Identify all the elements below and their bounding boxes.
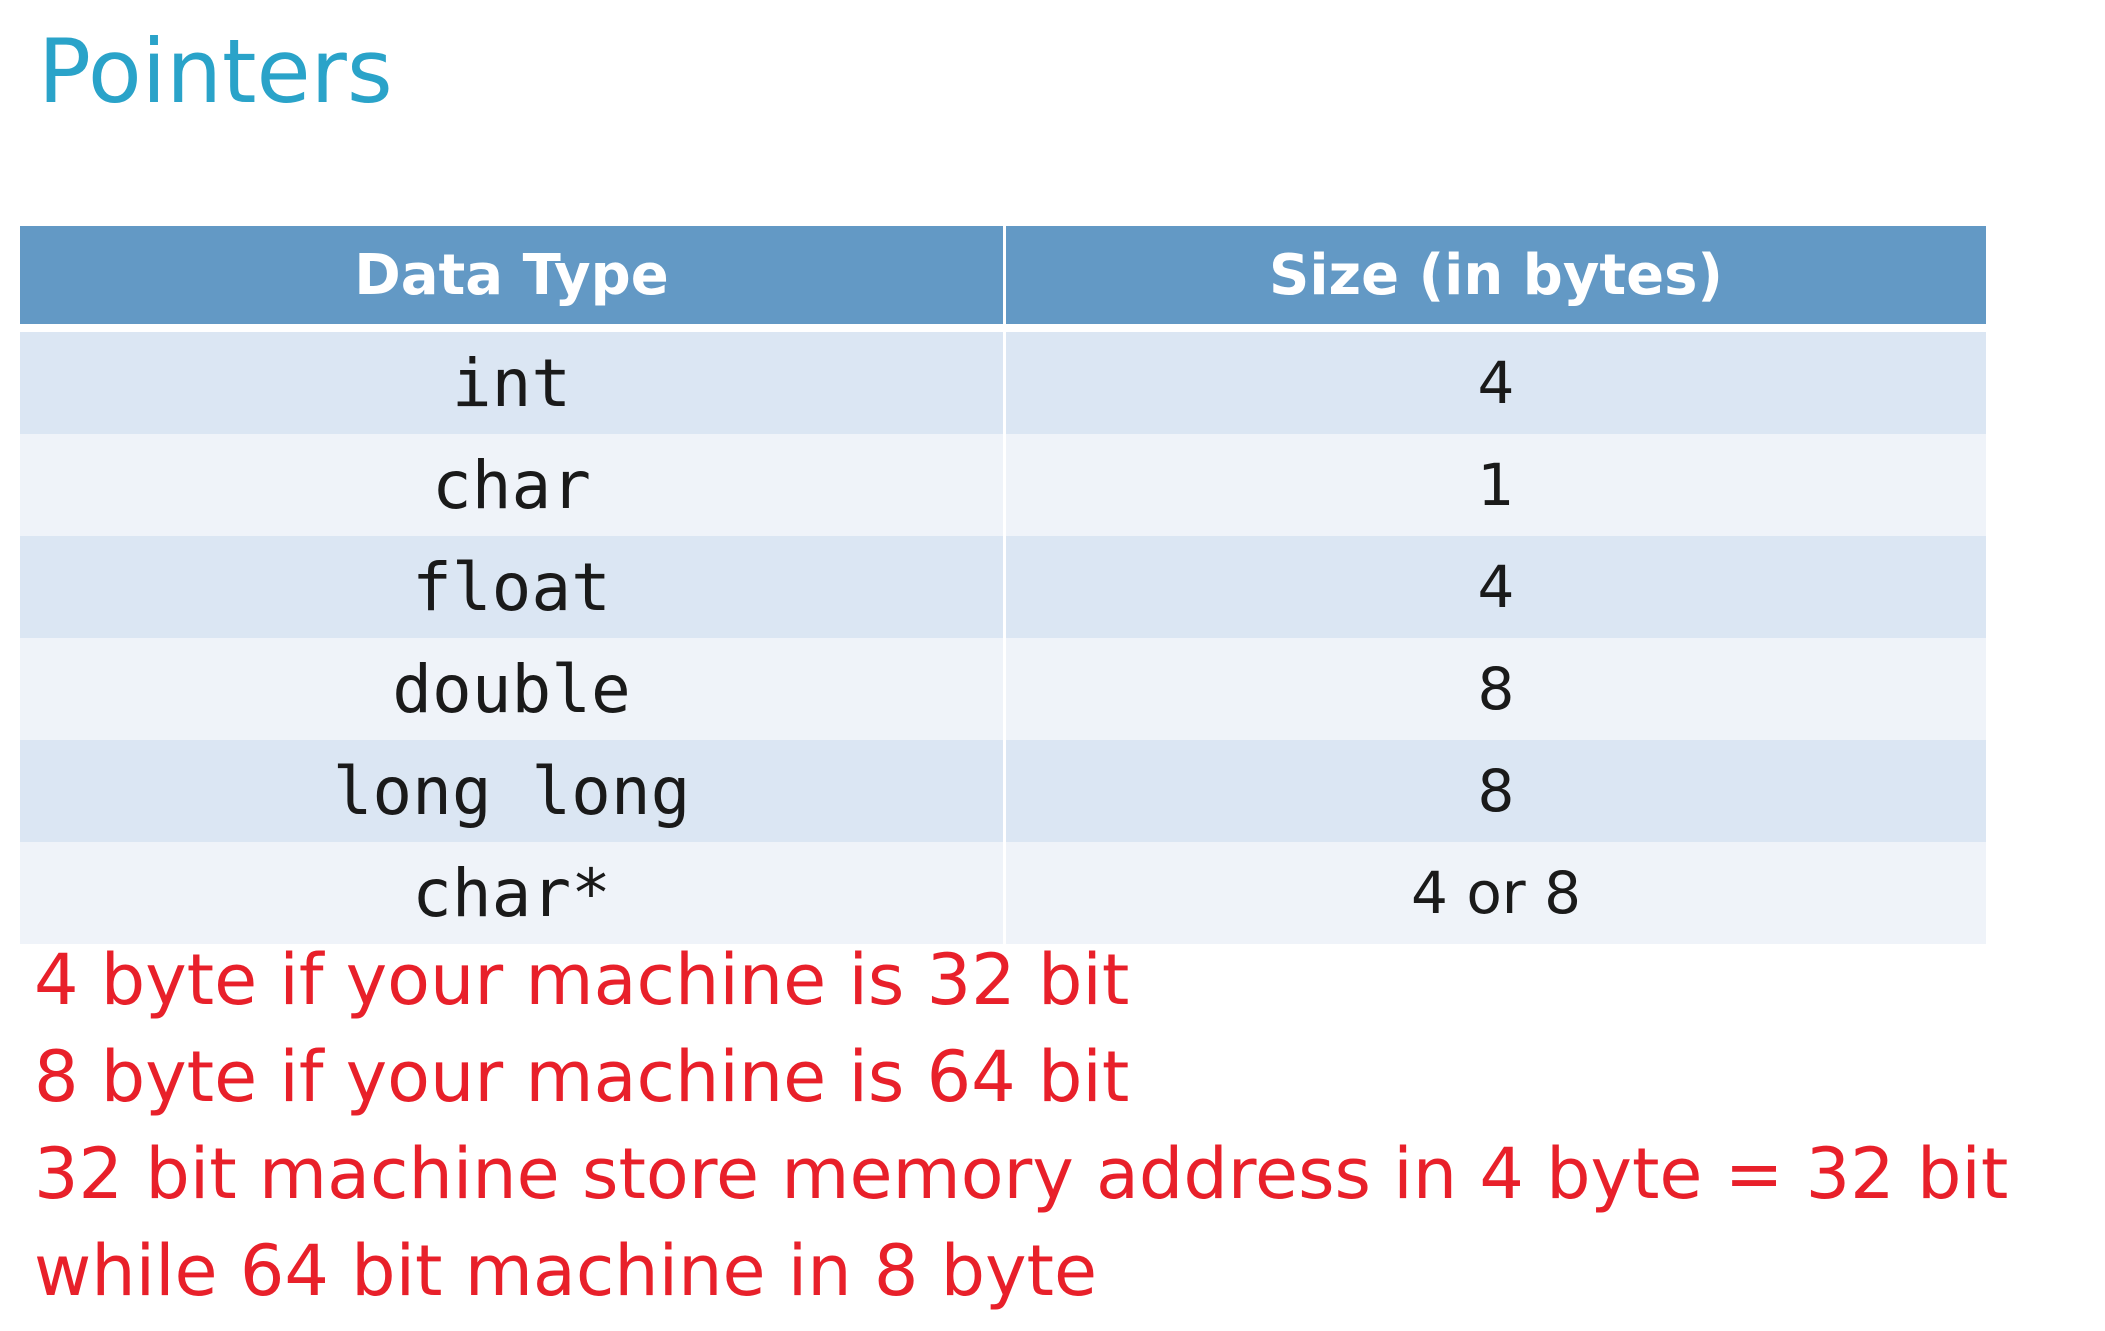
data-type-size-table: Data Type Size (in bytes) int 4 char 1 f… bbox=[20, 226, 1986, 944]
type-cell: char* bbox=[20, 842, 1003, 944]
size-cell: 8 bbox=[1003, 638, 1986, 740]
header-size: Size (in bytes) bbox=[1003, 226, 1986, 332]
table-row: long long 8 bbox=[20, 740, 1986, 842]
size-cell: 4 bbox=[1003, 332, 1986, 434]
type-cell: char bbox=[20, 434, 1003, 536]
type-cell: int bbox=[20, 332, 1003, 434]
table-header-row: Data Type Size (in bytes) bbox=[20, 226, 1986, 332]
table-row: char 1 bbox=[20, 434, 1986, 536]
note-line: 4 byte if your machine is 32 bit bbox=[34, 939, 1130, 1021]
type-cell: double bbox=[20, 638, 1003, 740]
type-cell: long long bbox=[20, 740, 1003, 842]
table-row: char* 4 or 8 bbox=[20, 842, 1986, 944]
note-line: 32 bit machine store memory address in 4… bbox=[34, 1133, 2009, 1215]
table-row: float 4 bbox=[20, 536, 1986, 638]
size-cell: 4 bbox=[1003, 536, 1986, 638]
type-cell: float bbox=[20, 536, 1003, 638]
header-data-type: Data Type bbox=[20, 226, 1003, 332]
size-cell: 4 or 8 bbox=[1003, 842, 1986, 944]
table-row: int 4 bbox=[20, 332, 1986, 434]
size-cell: 8 bbox=[1003, 740, 1986, 842]
note-line: 8 byte if your machine is 64 bit bbox=[34, 1036, 1130, 1118]
annotation-notes: 4 byte if your machine is 32 bit 8 byte … bbox=[34, 932, 2008, 1320]
table-row: double 8 bbox=[20, 638, 1986, 740]
slide-title: Pointers bbox=[38, 20, 393, 123]
note-line: while 64 bit machine in 8 byte bbox=[34, 1230, 1098, 1312]
size-cell: 1 bbox=[1003, 434, 1986, 536]
